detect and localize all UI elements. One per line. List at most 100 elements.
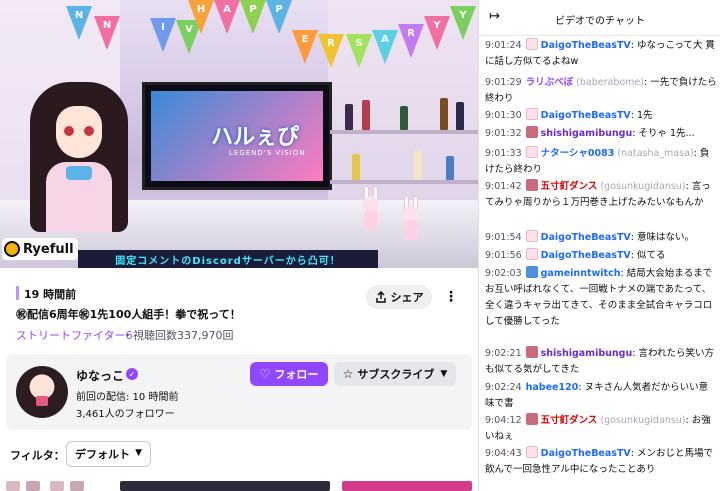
sponsor-logo: Ryefull — [2, 238, 78, 260]
subscribe-label: サブスクライブ — [357, 368, 435, 381]
chat-username[interactable]: shishigamibungu — [541, 348, 633, 359]
share-label: シェア — [390, 291, 424, 304]
bunny-badge-icon — [525, 230, 538, 242]
banner-flag: E — [292, 30, 318, 64]
filter-value: デフォルト — [75, 448, 130, 461]
bunny-figure — [400, 196, 422, 240]
chat-username[interactable]: shishigamibungu — [541, 128, 633, 139]
shelf — [330, 180, 478, 184]
bottle — [414, 150, 422, 180]
bottle — [446, 156, 454, 180]
bottle — [456, 102, 464, 130]
chat-alias: (gosunkugidansu) — [600, 415, 686, 426]
verified-icon: ✓ — [126, 368, 138, 380]
chat-username[interactable]: DaigoTheBeasTV — [541, 40, 631, 51]
chat-alias: (baberabome) — [576, 77, 644, 88]
page-root: N N I V E R S A R Y H A P P Y ハルぇぴ LEGEN… — [0, 0, 720, 491]
sponsor-name: Ryefull — [23, 241, 74, 257]
message-timestamp: 9:01:29 — [485, 77, 522, 88]
stream-time-ago: 19 時間前 — [24, 288, 77, 301]
bunny-badge-icon — [525, 38, 538, 50]
share-button[interactable]: シェア — [366, 285, 432, 309]
message-text: そりゃ 1先... — [638, 128, 695, 139]
stream-marquee: 固定コメントのDiscordサーバーから凸可！ — [78, 250, 378, 268]
bottle — [352, 154, 360, 180]
view-count: ・視聴回数337,970回 — [122, 329, 234, 342]
subscriber-badge-icon — [525, 413, 538, 425]
last-stream-text: 前回の配信: 10 時間前 — [76, 392, 179, 403]
message-timestamp: 9:01:32 — [485, 128, 522, 139]
bottle — [400, 106, 408, 130]
channel-card: ゆなっこ ✓ 前回の配信: 10 時間前 3,461人のフォロワー ♡ フォロー… — [6, 354, 472, 430]
subscribe-button[interactable]: ☆ サブスクライブ ▼ — [334, 362, 456, 386]
subscriber-badge-icon — [525, 126, 538, 138]
message-timestamp: 9:01:54 — [485, 232, 522, 243]
chat-header: ↦ ビデオでのチャット — [479, 0, 720, 36]
chat-message: 9:01:42 五寸釘ダンス (gosunkugidansu): 言ってみりゃ周り… — [485, 179, 711, 208]
vtuber-avatar — [30, 62, 128, 232]
bunny-badge-icon — [525, 146, 538, 158]
thumbnail[interactable] — [50, 481, 64, 491]
subscriber-badge-icon — [525, 346, 538, 358]
chat-username[interactable]: DaigoTheBeasTV — [541, 110, 631, 121]
banner-flag: I — [150, 18, 176, 52]
banner-flag: P — [240, 0, 266, 34]
thumbnail[interactable] — [342, 481, 472, 491]
bunny-figure — [360, 186, 382, 230]
channel-name[interactable]: ゆなっこ — [76, 367, 124, 384]
bunny-badge-icon — [525, 108, 538, 120]
tv-logo: ハルぇぴ — [211, 125, 300, 150]
tv-screen: ハルぇぴ LEGEND'S VISION — [142, 82, 332, 190]
chat-username[interactable]: DaigoTheBeasTV — [541, 232, 631, 243]
bottle — [345, 104, 353, 130]
chat-title: ビデオでのチャット — [555, 16, 645, 27]
chat-username[interactable]: gameinntwitch — [541, 268, 621, 279]
main-column: N N I V E R S A R Y H A P P Y ハルぇぴ LEGEN… — [0, 0, 478, 491]
chat-message: 9:02:21 shishigamibungu: 言われたら笑い方も似てる気がして… — [485, 346, 714, 375]
message-timestamp: 9:01:56 — [485, 250, 522, 261]
chat-username[interactable]: ナターシャ0083 — [541, 148, 615, 159]
video-player[interactable]: N N I V E R S A R Y H A P P Y ハルぇぴ LEGEN… — [0, 0, 478, 268]
thumbnail[interactable] — [70, 481, 84, 491]
thumbnail[interactable] — [6, 481, 20, 491]
filter-label: フィルタ： — [10, 449, 65, 462]
chevron-down-icon: ▼ — [440, 369, 448, 379]
bunny-badge-icon — [525, 446, 538, 458]
chat-message: 9:02:03 gameinntwitch: 結局大会始まるまでお互い呼ばれなくて… — [485, 266, 713, 327]
chat-username[interactable]: 五寸釘ダンス — [541, 181, 598, 192]
chat-username[interactable]: habee120 — [526, 382, 579, 393]
subscriber-badge-icon — [525, 179, 538, 191]
chat-panel: ↦ ビデオでのチャット 9:01:24 DaigoTheBeasTV: ゆなっこっ… — [478, 0, 720, 491]
chat-message: 9:01:33 ナターシャ0083 (natasha_masa): 負けたら終わり — [485, 146, 710, 175]
sponsor-icon — [4, 241, 20, 257]
avatar[interactable] — [16, 366, 68, 418]
message-timestamp: 9:01:42 — [485, 181, 522, 192]
bottle — [440, 98, 448, 130]
filter-dropdown[interactable]: デフォルト ▼ — [66, 441, 151, 467]
more-options-button[interactable]: ⋮ — [440, 285, 462, 309]
message-timestamp: 9:04:12 — [485, 415, 522, 426]
message-timestamp: 9:01:30 — [485, 110, 522, 121]
banner-flag: P — [266, 0, 292, 34]
thumbnail[interactable] — [120, 481, 330, 491]
video-thumbnails — [0, 481, 478, 491]
bottle — [362, 100, 370, 130]
chat-message: 9:01:29 ラリぶべぼ (baberabome): 一先で負けたら終わり — [485, 77, 717, 104]
chat-alias: (natasha_masa) — [617, 148, 694, 159]
chat-message: 9:04:43 DaigoTheBeasTV: メンおじと馬場で飲んで一回急性アル… — [485, 446, 714, 475]
message-timestamp: 9:02:03 — [485, 268, 522, 279]
shelf — [330, 130, 478, 134]
chat-alias: (gosunkugidansu) — [600, 181, 686, 192]
chat-username[interactable]: ラリぶべぼ — [526, 77, 574, 88]
game-link[interactable]: ストリートファイター6 — [16, 327, 133, 343]
prime-badge-icon — [525, 266, 538, 278]
follow-button[interactable]: ♡ フォロー — [250, 362, 328, 386]
thumbnail[interactable] — [26, 481, 40, 491]
bunny-badge-icon — [525, 248, 538, 260]
message-text: 似てる — [637, 250, 666, 261]
stream-title: ㊗配信6周年㊗1先100人組手！拳で祝って！ — [16, 308, 241, 321]
chat-username[interactable]: 五寸釘ダンス — [541, 415, 598, 426]
chat-username[interactable]: DaigoTheBeasTV — [541, 250, 631, 261]
follower-count: 3,461人のフォロワー — [76, 409, 175, 420]
chat-username[interactable]: DaigoTheBeasTV — [541, 448, 631, 459]
